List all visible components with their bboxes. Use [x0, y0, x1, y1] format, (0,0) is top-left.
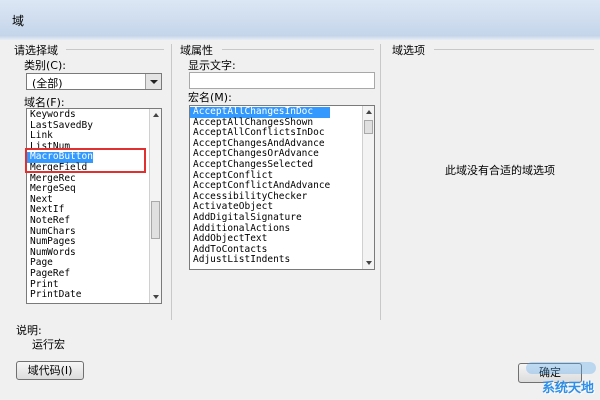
right-section-title: 域选项	[392, 44, 425, 57]
fieldnames-items: Keywords LastSavedBy Link ListNum MacroButto…	[27, 109, 93, 301]
left-section-title: 请选择域	[14, 44, 58, 57]
list-item[interactable]: NoteRef	[27, 215, 93, 227]
list-item[interactable]: PageRef	[27, 268, 93, 280]
section-separator-left	[171, 44, 172, 320]
list-item[interactable]: AcceptAllChangesInDoc	[190, 106, 331, 118]
macro-list[interactable]: AcceptAllChangesInDoc AcceptAllChangesSho…	[189, 105, 375, 270]
mid-section-title: 域属性	[180, 44, 213, 57]
description-text: 运行宏	[32, 338, 65, 351]
list-item[interactable]: AcceptChangesSelected	[190, 159, 330, 171]
field-codes-button[interactable]: 域代码(I)	[16, 361, 84, 380]
mid-group-line	[222, 49, 374, 50]
macro-items: AcceptAllChangesInDoc AcceptAllChangesSho…	[190, 106, 331, 266]
dropdown-button[interactable]	[145, 74, 161, 89]
dialog-title: 域	[12, 14, 25, 28]
scroll-up-icon[interactable]	[363, 106, 374, 118]
field-dialog: 域 请选择域 类别(C): (全部) 域名(F): Keywords LastSa…	[0, 0, 600, 400]
scroll-down-icon[interactable]	[150, 291, 161, 303]
scroll-down-icon[interactable]	[363, 257, 374, 269]
left-group-line	[66, 49, 164, 50]
watermark-bar	[526, 362, 596, 374]
category-dropdown[interactable]: (全部)	[26, 73, 162, 90]
watermark-text: 系统天地	[541, 381, 594, 396]
scroll-thumb[interactable]	[151, 201, 160, 239]
list-item[interactable]: PrintDate	[27, 289, 93, 301]
list-item[interactable]: AdjustListIndents	[190, 255, 330, 266]
section-separator-right	[380, 44, 381, 320]
list-item[interactable]: AddDigitalSignature	[190, 212, 330, 224]
window-frame	[0, 36, 600, 40]
scroll-up-icon[interactable]	[150, 109, 161, 121]
macro-scrollbar[interactable]	[362, 106, 374, 269]
list-item[interactable]: MergeField	[27, 162, 93, 174]
display-text-input[interactable]	[189, 72, 375, 89]
list-item[interactable]: Keywords	[27, 109, 93, 121]
category-label: 类别(C):	[24, 59, 66, 72]
display-text-label: 显示文字:	[188, 59, 236, 72]
chevron-down-icon	[150, 80, 158, 84]
title-bar: 域	[0, 0, 600, 37]
scroll-thumb[interactable]	[364, 120, 373, 134]
fieldnames-list[interactable]: Keywords LastSavedBy Link ListNum MacroButto…	[26, 108, 162, 304]
no-options-message: 此域没有合适的域选项	[445, 164, 555, 177]
category-value: (全部)	[32, 77, 63, 90]
macro-label: 宏名(M):	[188, 91, 232, 104]
right-group-line	[434, 49, 594, 50]
fieldnames-scrollbar[interactable]	[149, 109, 161, 303]
watermark-logo: 系统天地	[504, 356, 600, 400]
